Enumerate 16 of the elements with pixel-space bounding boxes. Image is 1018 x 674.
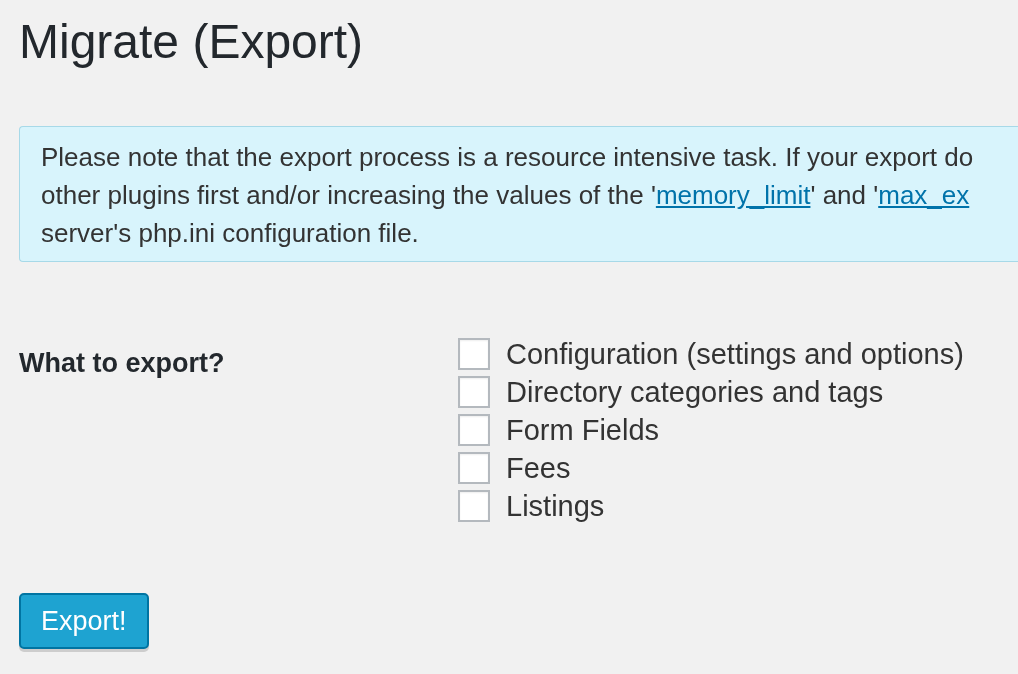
option-label: Configuration (settings and options): [506, 338, 964, 370]
export-button[interactable]: Export!: [19, 593, 149, 649]
checkbox[interactable]: [458, 376, 490, 408]
option-label: Fees: [506, 452, 571, 484]
option-label: Listings: [506, 490, 605, 522]
checkbox[interactable]: [458, 338, 490, 370]
option-label: Directory categories and tags: [506, 376, 884, 408]
checkbox[interactable]: [458, 452, 490, 484]
notice-text: Please note that the export process is a resource intensive task. If your export do other plugins first and/or increasing the values of the 'memory_limit' and 'max_ex server's php.ini configuration file.: [41, 141, 974, 250]
notice-link[interactable]: memory_limit: [655, 180, 811, 210]
checkbox[interactable]: [458, 490, 490, 522]
section-label: What to export?: [19, 348, 225, 379]
page-title: Migrate (Export): [19, 14, 364, 70]
notice-link[interactable]: max_ex: [878, 180, 970, 210]
option-label: Form Fields: [506, 414, 660, 446]
checkbox[interactable]: [458, 414, 490, 446]
